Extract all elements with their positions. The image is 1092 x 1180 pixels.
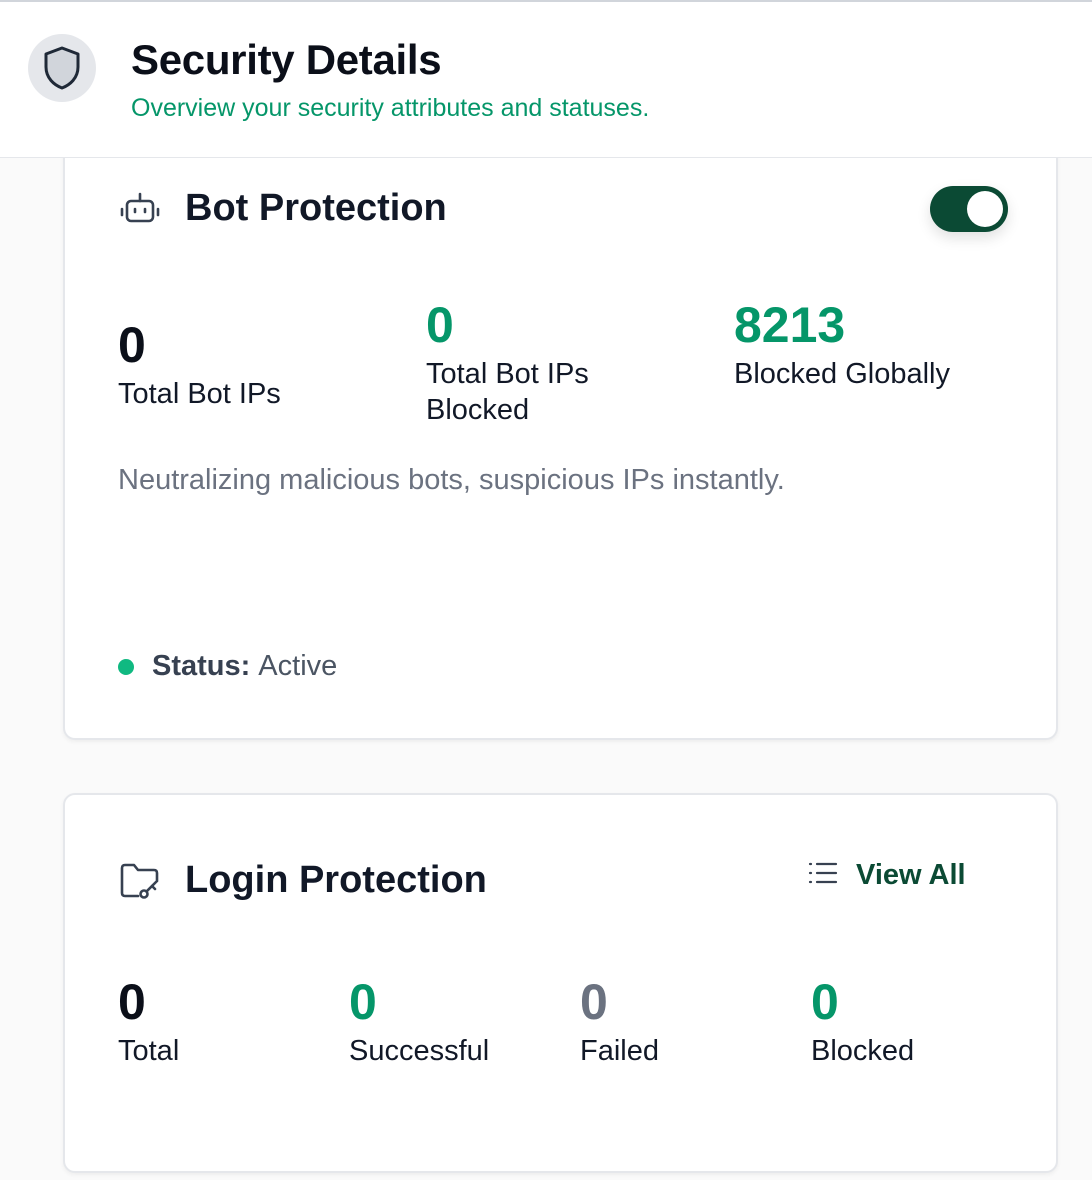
stat-value: 0	[118, 974, 146, 1030]
login-protection-title: Login Protection	[185, 859, 487, 901]
stat-total: 0 Total	[118, 977, 179, 1069]
stat-label: Total	[118, 1035, 180, 1067]
page-title: Security Details	[131, 36, 442, 83]
robot-icon	[118, 188, 162, 232]
view-all-button[interactable]: View All	[808, 859, 966, 892]
stat-label: Total Bot IPs	[118, 378, 281, 410]
stat-successful: 0 Successful	[349, 977, 489, 1069]
stat-value: 0	[349, 974, 377, 1030]
shield-icon	[28, 34, 96, 102]
stat-total-bot-ips: 0 Total Bot IPs	[118, 320, 281, 412]
status-label: Status:	[152, 650, 251, 682]
status-indicator: Status: Active	[118, 650, 337, 683]
page-header: Security Details Overview your security …	[0, 0, 1092, 158]
stat-total-bot-ips-blocked: 0 Total Bot IPs Blocked	[426, 300, 656, 428]
toggle-knob	[967, 191, 1003, 227]
stat-label: Failed	[580, 1035, 659, 1067]
stat-label: Blocked Globally	[734, 358, 950, 390]
status-dot	[118, 658, 134, 675]
stat-blocked-globally: 8213 Blocked Globally	[734, 300, 950, 392]
stat-value: 8213	[734, 297, 846, 353]
stat-failed: 0 Failed	[580, 977, 659, 1069]
folder-key-icon	[118, 859, 162, 903]
bot-protection-description: Neutralizing malicious bots, suspicious …	[118, 464, 785, 496]
stat-label: Successful	[349, 1035, 490, 1067]
bot-protection-card: Bot Protection 0 Total Bot IPs 0 Total B…	[63, 130, 1058, 740]
bot-protection-title: Bot Protection	[185, 187, 447, 229]
stat-value: 0	[426, 297, 454, 353]
stat-value: 0	[118, 317, 146, 373]
stat-label: Total Bot IPs Blocked	[426, 358, 589, 426]
list-icon	[808, 861, 838, 890]
view-all-label: View All	[856, 859, 966, 891]
login-protection-card: Login Protection View All 0 Total 0 Succ…	[63, 793, 1058, 1173]
stat-value: 0	[580, 974, 608, 1030]
stat-blocked: 0 Blocked	[811, 977, 914, 1069]
page-subtitle: Overview your security attributes and st…	[131, 94, 650, 122]
status-value: Active	[258, 650, 338, 682]
stat-label: Blocked	[811, 1035, 915, 1067]
stat-value: 0	[811, 974, 839, 1030]
security-details-page: Bot Protection 0 Total Bot IPs 0 Total B…	[0, 0, 1092, 1180]
bot-protection-toggle[interactable]	[930, 186, 1008, 232]
